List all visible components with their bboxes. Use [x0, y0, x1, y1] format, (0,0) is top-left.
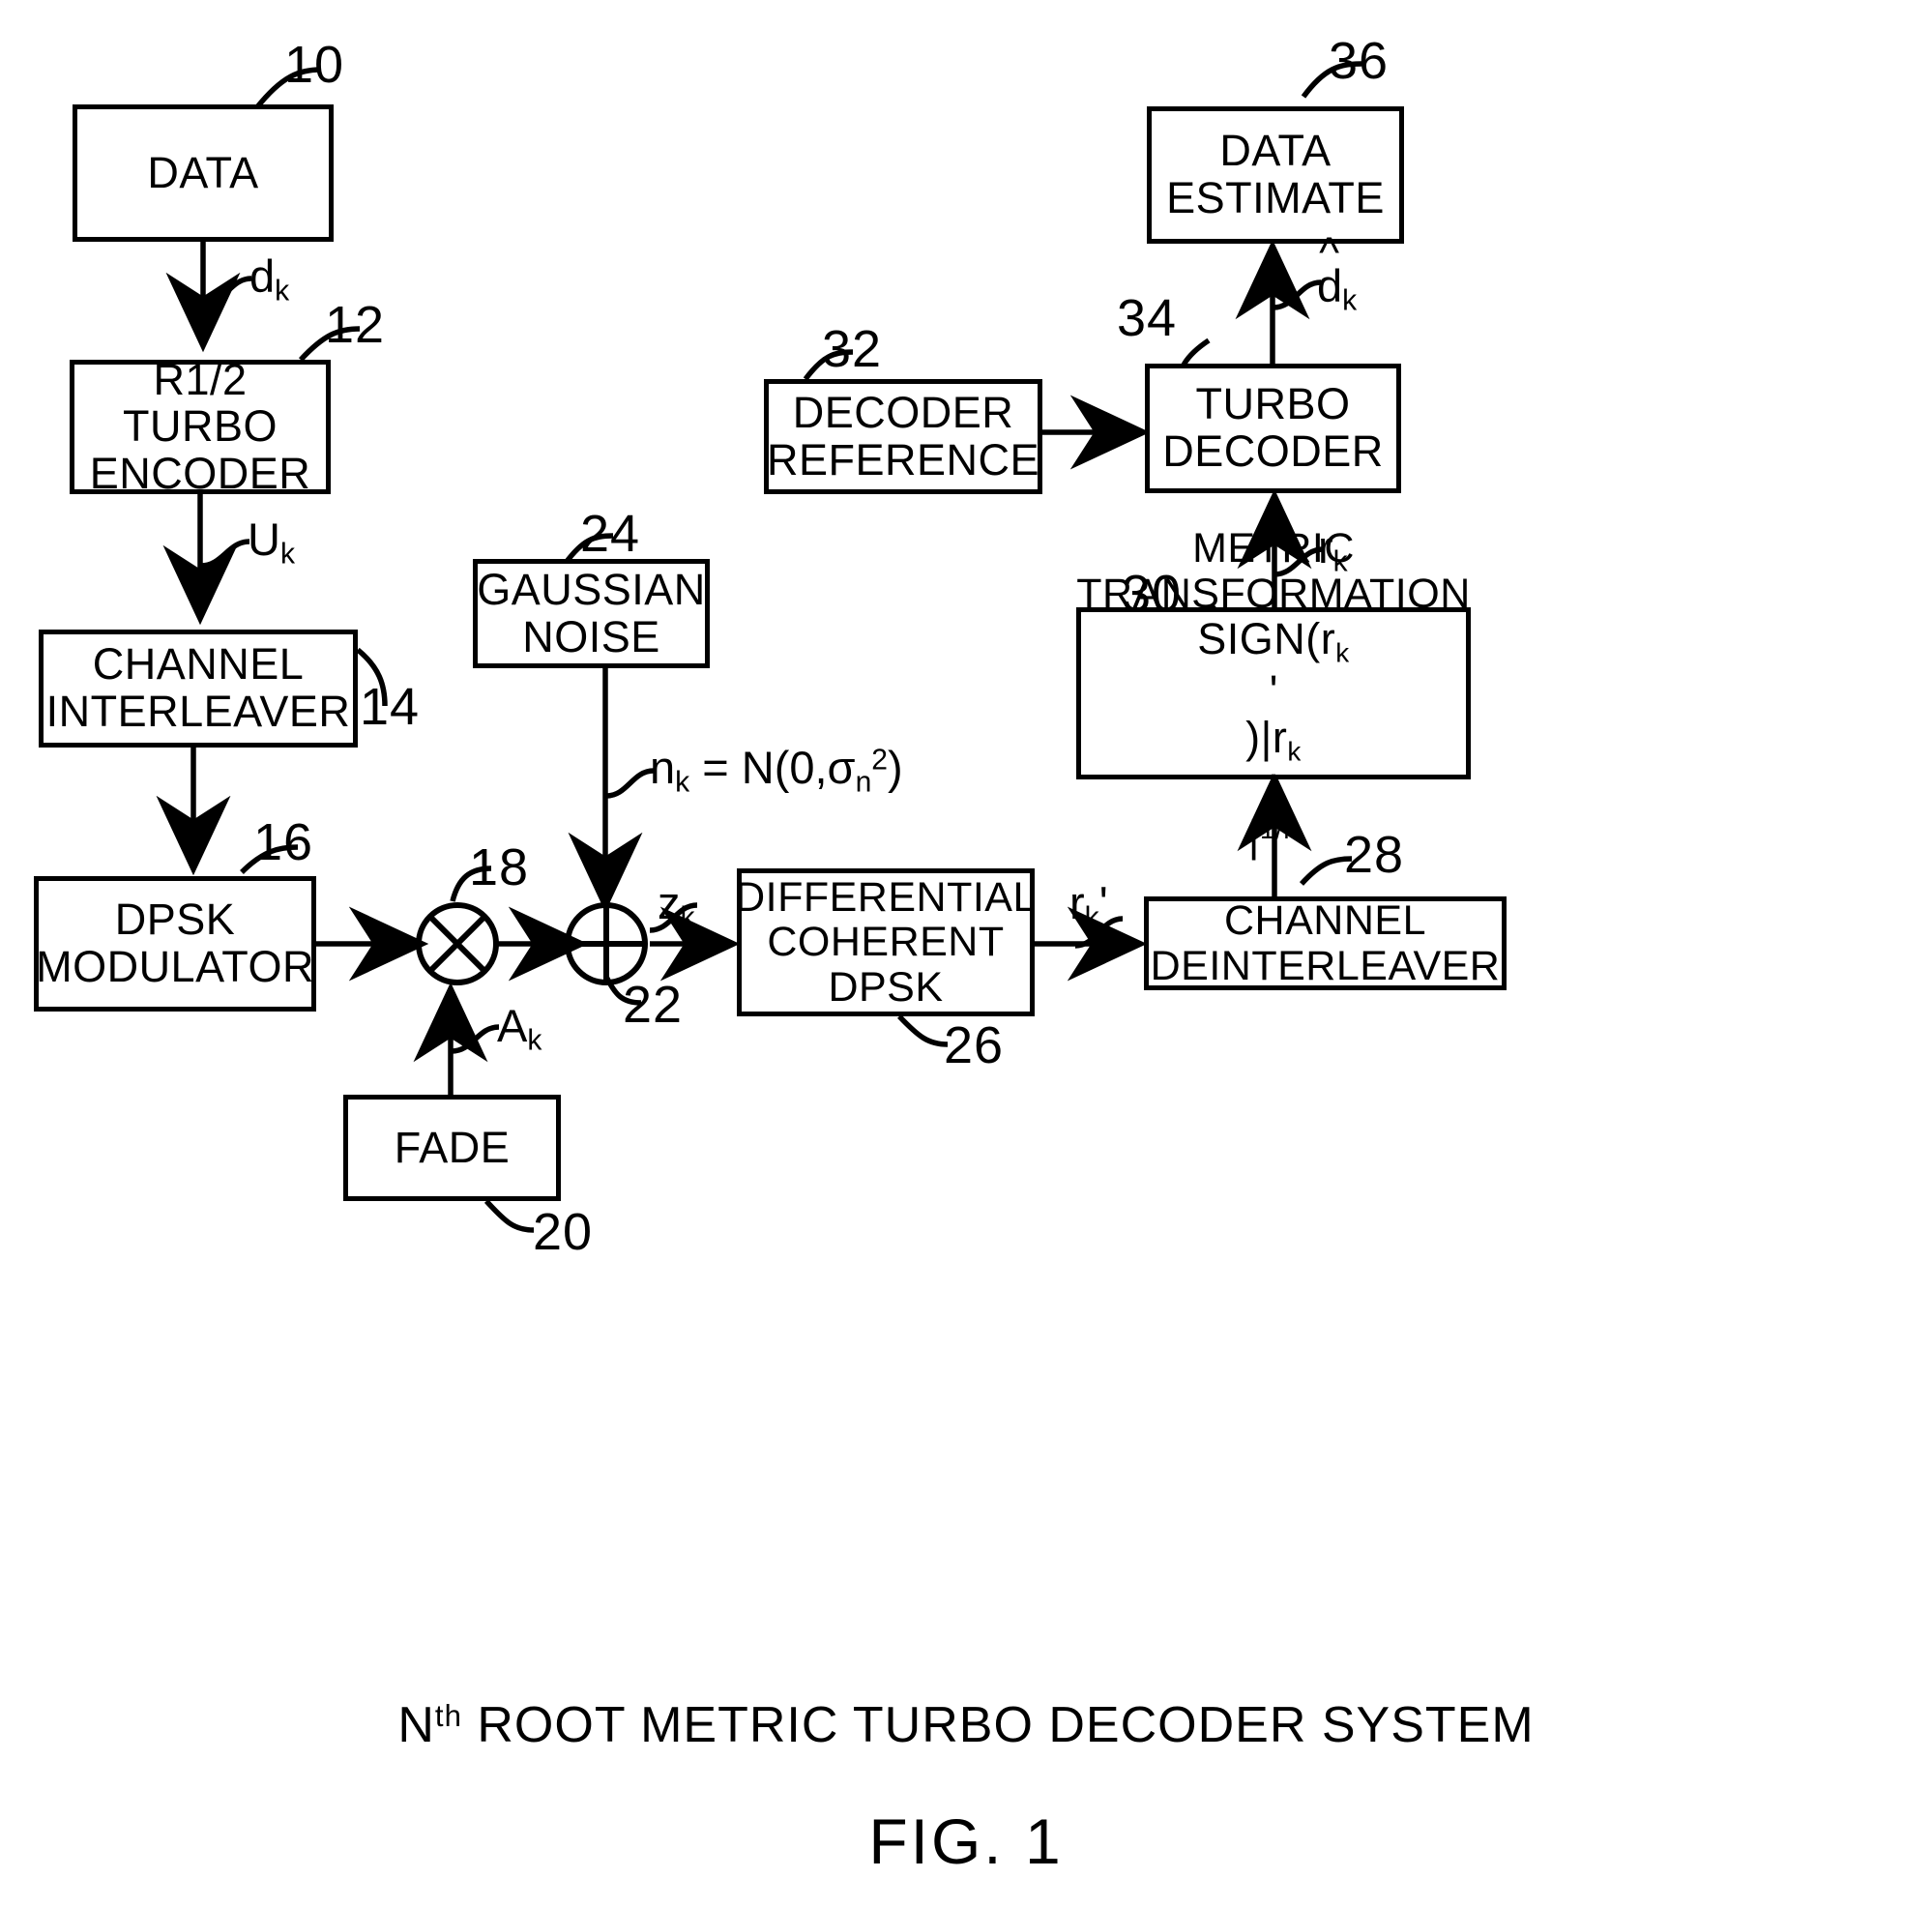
- signal-label-rk: rk: [1318, 521, 1348, 578]
- ref-numeral-24: 24: [580, 505, 641, 563]
- block-differential-coherent-dpsk-label-3: DPSK: [828, 963, 944, 1011]
- ref-numeral-18: 18: [469, 838, 530, 896]
- block-metric-transformation[interactable]: METRIC TRANSFORMATION SIGN(rk ')|rk ' |1/n: [1076, 526, 1471, 860]
- block-channel-interleaver-label-2: INTERLEAVER: [45, 687, 351, 736]
- block-turbo-encoder[interactable]: R1/2 TURBO ENCODER: [70, 354, 331, 496]
- block-differential-coherent-dpsk[interactable]: DIFFERENTIAL COHERENT DPSK: [735, 868, 1037, 1016]
- block-data-estimate[interactable]: DATA ESTIMATE: [1147, 106, 1404, 244]
- signal-label-dk-hat: dk: [1317, 259, 1357, 317]
- block-fade[interactable]: FADE: [343, 1095, 561, 1201]
- block-turbo-decoder-label-2: DECODER: [1162, 426, 1384, 476]
- signal-label-rk-prime: rk': [1069, 877, 1108, 934]
- block-metric-transformation-formula: SIGN(rk ')|rk ' |1/n: [1197, 614, 1350, 862]
- block-gaussian-noise-label-1: GAUSSIAN: [477, 564, 706, 614]
- block-decoder-reference-label-2: REFERENCE: [766, 434, 1040, 484]
- block-channel-interleaver[interactable]: CHANNEL INTERLEAVER: [39, 630, 358, 748]
- ref-numeral-36: 36: [1329, 32, 1390, 90]
- ref-numeral-22: 22: [623, 976, 684, 1034]
- ref-numeral-12: 12: [325, 296, 386, 354]
- signal-label-dk: dk: [249, 250, 290, 308]
- figure-caption: Nth ROOT METRIC TURBO DECODER SYSTEM: [0, 1696, 1932, 1754]
- block-turbo-decoder[interactable]: TURBO DECODER: [1145, 364, 1401, 493]
- ref-numeral-30: 30: [1122, 565, 1183, 623]
- block-dpsk-modulator-label-2: MODULATOR: [36, 942, 314, 991]
- ref-numeral-14: 14: [360, 678, 421, 736]
- block-turbo-decoder-label-1: TURBO: [1195, 379, 1351, 429]
- block-decoder-reference-label-1: DECODER: [792, 387, 1014, 437]
- block-turbo-encoder-label-2: ENCODER: [89, 448, 311, 498]
- block-channel-deinterleaver-label-2: DEINTERLEAVER: [1150, 942, 1501, 989]
- block-data-estimate-label-1: DATA: [1219, 126, 1332, 176]
- signal-label-zk: zk: [658, 877, 695, 934]
- block-data-estimate-label-2: ESTIMATE: [1166, 173, 1385, 222]
- block-gaussian-noise[interactable]: GAUSSIAN NOISE: [473, 559, 710, 668]
- signal-label-nk: nk = N(0,σn2): [650, 742, 903, 799]
- block-gaussian-noise-label-2: NOISE: [522, 611, 660, 661]
- block-channel-deinterleaver[interactable]: CHANNEL DEINTERLEAVER: [1144, 896, 1507, 990]
- figure-number: FIG. 1: [868, 1805, 1064, 1877]
- block-differential-coherent-dpsk-label-1: DIFFERENTIAL: [735, 873, 1037, 921]
- block-turbo-encoder-label-1: R1/2 TURBO: [123, 354, 278, 452]
- block-data-label: DATA: [147, 147, 259, 197]
- block-data[interactable]: DATA: [73, 104, 334, 242]
- block-channel-interleaver-label-1: CHANNEL: [92, 639, 305, 689]
- ref-numeral-28: 28: [1344, 826, 1405, 884]
- ref-numeral-32: 32: [822, 320, 883, 378]
- block-fade-label: FADE: [394, 1122, 511, 1172]
- block-decoder-reference[interactable]: DECODER REFERENCE: [764, 379, 1042, 494]
- figure-caption-text: Nth ROOT METRIC TURBO DECODER SYSTEM: [397, 1697, 1535, 1753]
- block-dpsk-modulator-label-1: DPSK: [114, 895, 236, 945]
- ref-numeral-20: 20: [533, 1203, 594, 1261]
- ref-numeral-26: 26: [944, 1016, 1005, 1074]
- block-channel-deinterleaver-label-1: CHANNEL: [1224, 897, 1426, 945]
- signal-label-ak: Ak: [497, 1000, 542, 1057]
- patent-figure-1: DATA R1/2 TURBO ENCODER CHANNEL INTERLEA…: [0, 0, 1932, 1907]
- ref-numeral-16: 16: [253, 813, 314, 871]
- block-dpsk-modulator[interactable]: DPSK MODULATOR: [34, 876, 316, 1012]
- signal-label-uk: Uk: [248, 513, 295, 571]
- block-differential-coherent-dpsk-label-2: COHERENT: [767, 919, 1005, 966]
- ref-numeral-10: 10: [284, 36, 345, 94]
- ref-numeral-34: 34: [1117, 289, 1178, 347]
